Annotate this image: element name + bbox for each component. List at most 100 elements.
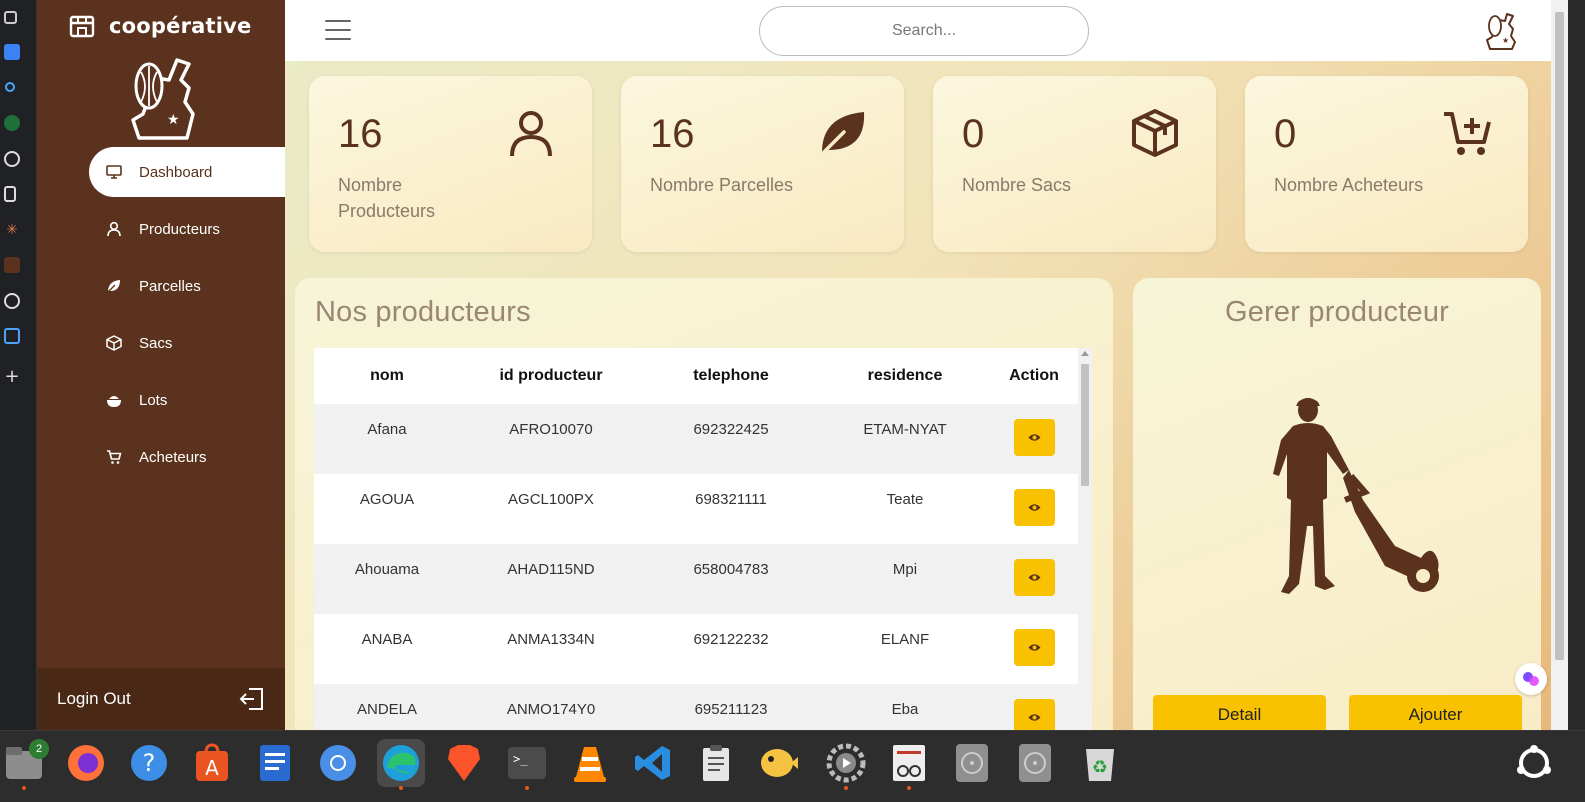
app-icon[interactable] <box>4 151 20 167</box>
cell-residence: ETAM-NYAT <box>820 404 990 474</box>
column-header-nom[interactable]: nom <box>314 348 460 404</box>
app-center-icon: A <box>196 743 228 781</box>
cell-action <box>990 544 1078 614</box>
column-header-id[interactable]: id producteur <box>460 348 642 404</box>
search-input[interactable] <box>759 6 1089 56</box>
ubuntu-icon <box>1517 745 1551 778</box>
page-scrollbar[interactable] <box>1551 0 1568 730</box>
whatsapp-icon[interactable] <box>4 115 20 131</box>
sidebar-item-producteurs[interactable]: Producteurs <box>89 204 285 254</box>
disk-icon <box>1019 744 1051 782</box>
cooperative-logo-icon: ★ <box>131 58 195 140</box>
taskbar-help[interactable]: ? <box>125 739 173 787</box>
running-indicator <box>22 786 26 790</box>
bowl-icon <box>105 391 123 409</box>
taskbar-vscode[interactable] <box>629 739 677 787</box>
taskbar-app-center[interactable]: A <box>188 739 236 787</box>
taskbar-settings[interactable] <box>822 739 870 790</box>
taskbar-terminal[interactable]: >_ <box>503 739 551 790</box>
taskbar-document-viewer[interactable] <box>885 739 933 790</box>
logout-icon <box>239 688 263 710</box>
running-indicator <box>399 786 403 790</box>
search-icon[interactable] <box>4 80 20 96</box>
producers-table-container[interactable]: nom id producteur telephone residence Ac… <box>314 348 1092 730</box>
help-icon: ? <box>131 745 167 781</box>
cell-action <box>990 474 1078 544</box>
media-icon[interactable] <box>4 44 20 60</box>
table-row: Afana AFRO10070 692322425 ETAM-NYAT <box>314 404 1078 474</box>
svg-text:★: ★ <box>167 112 180 128</box>
column-header-telephone[interactable]: telephone <box>642 348 820 404</box>
logout-label: Login Out <box>57 689 131 708</box>
taskbar-disk[interactable] <box>1011 739 1059 787</box>
eye-icon <box>1028 714 1040 721</box>
view-button[interactable] <box>1013 489 1055 526</box>
sidebar-item-lots[interactable]: Lots <box>89 375 285 425</box>
taskbar-show-apps[interactable] <box>1510 739 1558 787</box>
stat-card-producteurs: 16 Nombre Producteurs <box>309 76 592 252</box>
scrollbar-thumb[interactable] <box>1555 12 1564 660</box>
svg-text:♻: ♻ <box>1092 757 1108 778</box>
designer-icon[interactable] <box>4 328 20 344</box>
chromium-icon <box>320 745 356 781</box>
table-row: AGOUA AGCL100PX 698321111 Teate <box>314 474 1078 544</box>
taskbar-clipboard[interactable] <box>692 739 740 787</box>
detail-button[interactable]: Detail <box>1153 695 1326 730</box>
trash-icon: ♻ <box>1086 749 1114 781</box>
scroll-up-icon[interactable] <box>1081 351 1089 356</box>
avatar[interactable]: ★ <box>1485 12 1517 50</box>
table-scrollbar[interactable] <box>1078 348 1092 730</box>
view-button[interactable] <box>1013 559 1055 596</box>
view-button[interactable] <box>1013 419 1055 456</box>
taskbar-pufferfish[interactable] <box>755 739 803 787</box>
disk-icon <box>956 744 988 782</box>
taskbar-trash[interactable]: ♻ <box>1076 739 1124 787</box>
taskbar-writer[interactable] <box>251 739 299 787</box>
writer-icon <box>260 745 290 781</box>
taskbar-files[interactable]: 2 <box>0 739 49 790</box>
copilot-icon[interactable] <box>1515 663 1547 695</box>
taskbar-firefox[interactable] <box>62 739 110 787</box>
table-row: Ahouama AHAD115ND 658004783 Mpi <box>314 544 1078 614</box>
add-producer-button[interactable]: Ajouter <box>1349 695 1522 730</box>
scrollbar-thumb[interactable] <box>1081 364 1089 486</box>
cell-nom: ANDELA <box>314 684 460 730</box>
producers-panel: Nos producteurs nom id producteur teleph… <box>295 278 1113 730</box>
box-icon <box>105 334 123 352</box>
panel-title: Gerer producteur <box>1224 296 1450 328</box>
sidebar-item-acheteurs[interactable]: Acheteurs <box>89 432 285 482</box>
running-indicator <box>525 786 529 790</box>
panel-icon[interactable] <box>4 11 17 24</box>
sidebar-item-sacs[interactable]: Sacs <box>89 318 285 368</box>
taskbar-edge[interactable] <box>377 739 425 790</box>
brand[interactable]: coopérative <box>69 14 251 38</box>
taskbar-vlc[interactable] <box>566 739 614 787</box>
user-icon <box>510 111 552 157</box>
cell-nom: Afana <box>314 404 460 474</box>
view-button[interactable] <box>1013 629 1055 666</box>
logout-button[interactable]: Login Out <box>37 668 285 730</box>
plus-icon[interactable]: + <box>4 368 20 386</box>
taskbar-brave[interactable] <box>440 739 488 787</box>
cooperative-tab-icon[interactable] <box>4 257 20 273</box>
taskbar-disk[interactable] <box>948 739 996 787</box>
claude-icon[interactable]: ✳ <box>4 222 20 238</box>
notification-badge: 2 <box>29 739 49 759</box>
cell-telephone: 695211123 <box>642 684 820 730</box>
sidebar-item-dashboard[interactable]: Dashboard <box>89 147 285 197</box>
store-icon <box>69 15 95 38</box>
view-button[interactable] <box>1013 699 1055 730</box>
app-icon[interactable] <box>4 293 20 309</box>
hamburger-menu-icon[interactable] <box>325 18 351 42</box>
eye-icon <box>1028 434 1040 441</box>
table-header-row: nom id producteur telephone residence Ac… <box>314 348 1078 404</box>
leaf-icon <box>105 277 123 295</box>
cell-action <box>990 684 1078 730</box>
taskbar-chromium[interactable] <box>314 739 362 787</box>
document-icon[interactable] <box>4 186 16 202</box>
cell-telephone: 692122232 <box>642 614 820 684</box>
cell-id: AFRO10070 <box>460 404 642 474</box>
cell-id: ANMA1334N <box>460 614 642 684</box>
column-header-residence[interactable]: residence <box>820 348 990 404</box>
sidebar-item-parcelles[interactable]: Parcelles <box>89 261 285 311</box>
